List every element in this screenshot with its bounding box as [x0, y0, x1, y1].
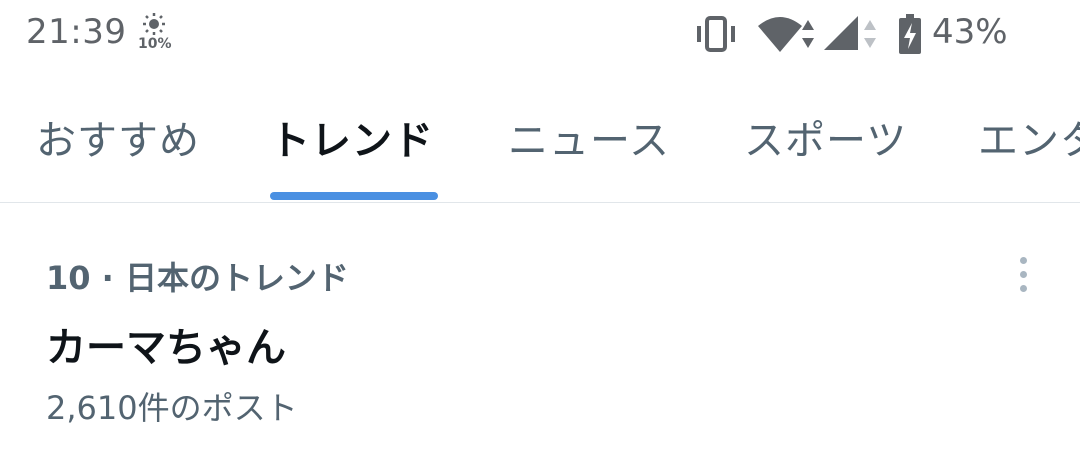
trend-post-count: 2,610件のポスト [46, 389, 298, 427]
brightness-icon [143, 13, 165, 35]
wifi-icon [758, 17, 814, 52]
cell-signal-icon [824, 16, 876, 50]
tab-sports[interactable]: スポーツ [744, 108, 907, 166]
vibrate-icon [697, 16, 735, 52]
tab-recommended[interactable]: おすすめ [36, 108, 200, 166]
explore-tabs: おすすめ トレンド ニュース スポーツ エンタ [0, 72, 1080, 203]
brightness-level: 10% [138, 36, 172, 52]
trend-title: カーマちゃん [46, 325, 286, 371]
tab-trending[interactable]: トレンド [270, 108, 434, 166]
tab-entertainment[interactable]: エンタ [978, 108, 1080, 166]
battery-percent: 43% [932, 12, 1008, 52]
trend-rank-location: 10 · 日本のトレンド [46, 259, 349, 297]
more-vertical-icon[interactable] [1006, 253, 1042, 297]
brightness-indicator: 10% [138, 12, 174, 58]
trend-item[interactable]: 10 · 日本のトレンド カーマちゃん 2,610件のポスト [0, 203, 1080, 455]
tab-news[interactable]: ニュース [508, 108, 670, 166]
status-time: 21:39 [26, 12, 127, 52]
active-tab-indicator [270, 192, 438, 200]
status-bar: 21:39 10% 43% [0, 0, 1080, 72]
battery-charging-icon [899, 14, 921, 54]
